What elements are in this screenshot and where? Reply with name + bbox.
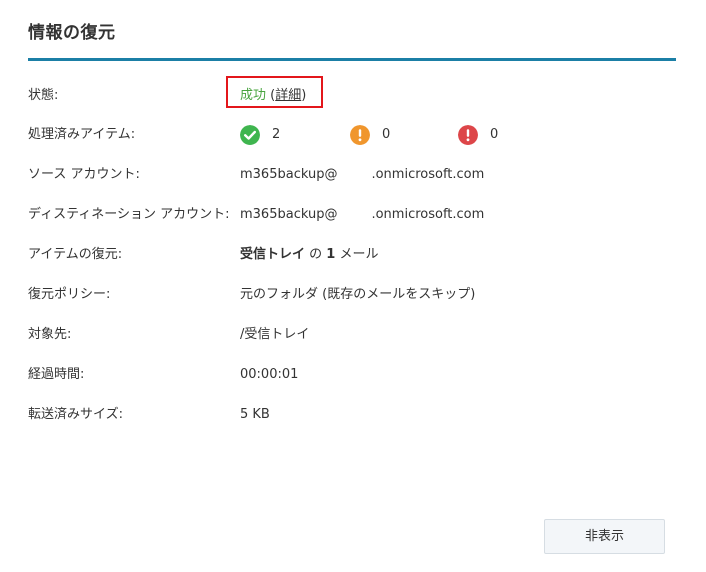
elapsed-time-row: 経過時間: 00:00:01 [28,363,676,387]
status-details-close: ) [301,88,307,103]
check-circle-icon [240,125,260,145]
source-account-label: ソース アカウント: [28,167,140,182]
target-row: 対象先: /受信トレイ [28,323,676,347]
title-divider [28,58,676,61]
destination-account-user: m365backup@ [240,207,338,222]
items-restored-label: アイテムの復元: [28,247,123,262]
status-value: 成功 (詳細) [240,84,306,108]
status-details-open: ( [266,88,276,103]
transferred-size-value: 5 KB [240,407,270,422]
items-restored-middle: の [305,247,327,262]
items-restored-folder: 受信トレイ [240,247,306,262]
items-restored-suffix: メール [335,247,379,262]
destination-account-domain: .onmicrosoft.com [371,207,485,222]
processed-items-label: 処理済みアイテム: [28,127,136,142]
warning-circle-icon [350,125,370,145]
target-value: /受信トレイ [240,327,310,342]
status-details-link[interactable]: 詳細 [275,88,301,103]
destination-account-value: m365backup@ .onmicrosoft.com [240,203,484,227]
transferred-size-label: 転送済みサイズ: [28,407,123,422]
elapsed-time-label: 経過時間: [28,367,85,382]
transferred-size-row: 転送済みサイズ: 5 KB [28,403,676,427]
items-restored-value: 受信トレイ の 1 メール [240,243,378,267]
status-row: 状態: 成功 (詳細) [28,76,676,108]
source-account-row: ソース アカウント: m365backup@ .onmicrosoft.com [28,163,676,187]
target-label: 対象先: [28,327,72,342]
dialog-title: 情報の復元 [28,23,116,43]
restore-policy-label: 復元ポリシー: [28,287,111,302]
processed-items-row: 処理済みアイテム: 2 0 0 [28,123,676,147]
status-success-text: 成功 [240,88,267,103]
source-account-value: m365backup@ .onmicrosoft.com [240,163,484,187]
restore-info-dialog: 情報の復元 状態: 成功 (詳細) 処理済みアイテム: 2 0 0 ソース アカ… [0,0,706,572]
destination-account-label: ディスティネーション アカウント: [28,207,230,222]
source-account-user: m365backup@ [240,167,338,182]
error-count: 0 [490,127,499,142]
source-account-domain: .onmicrosoft.com [371,167,485,182]
restore-policy-value: 元のフォルダ (既存のメールをスキップ) [240,287,476,302]
warning-count: 0 [382,127,391,142]
hide-button[interactable]: 非表示 [544,519,665,554]
items-restored-row: アイテムの復元: 受信トレイ の 1 メール [28,243,676,267]
elapsed-time-value: 00:00:01 [240,367,299,382]
status-label: 状態: [28,88,59,103]
restore-policy-row: 復元ポリシー: 元のフォルダ (既存のメールをスキップ) [28,283,676,307]
success-count: 2 [272,127,281,142]
error-circle-icon [458,125,478,145]
destination-account-row: ディスティネーション アカウント: m365backup@ .onmicrosof… [28,203,676,227]
items-restored-count: 1 [326,247,336,262]
